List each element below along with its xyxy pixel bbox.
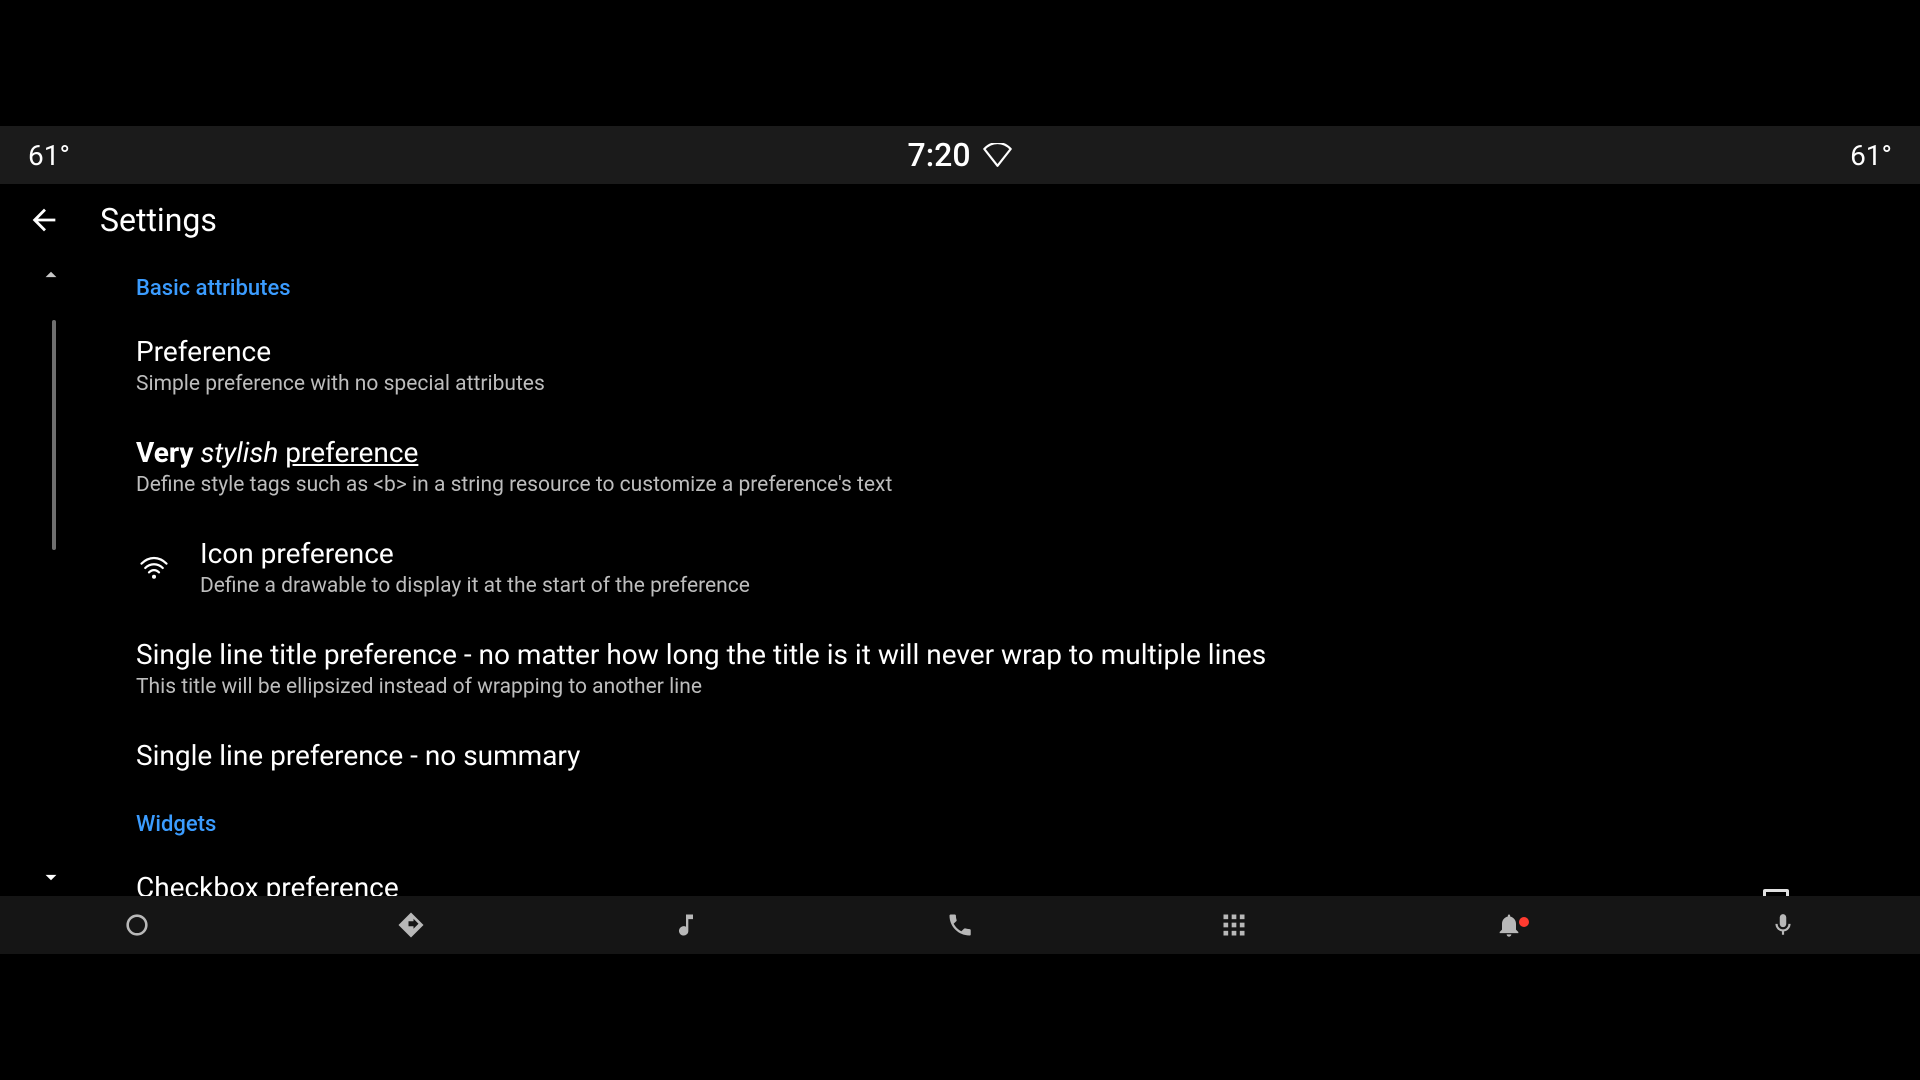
status-temp-right: 61° [960,139,1892,172]
status-time: 7:20 [908,136,971,174]
music-note-icon [672,911,700,939]
mic-icon [1770,912,1796,938]
checkbox[interactable] [1752,889,1800,897]
nav-music-button[interactable] [549,911,823,939]
status-bar: 61° 7:20 61° [0,126,1920,184]
preference-checkbox[interactable]: Checkbox preference Tap anywhere in this… [136,851,1800,896]
preference-summary: Define style tags such as <b> in a strin… [136,473,1800,497]
preference-list: Basic attributes Preference Simple prefe… [80,256,1920,896]
page-title: Settings [100,201,217,239]
nav-phone-button[interactable] [823,911,1097,939]
back-button[interactable] [24,200,64,240]
wifi-icon [136,553,172,583]
category-basic-attributes: Basic attributes [136,256,1800,315]
status-center: 7:20 [908,136,1013,174]
preference-title: Checkbox preference [136,871,1724,896]
category-widgets: Widgets [136,792,1800,851]
preference-single-line-title[interactable]: Single line title preference - no matter… [136,618,1800,719]
stylish-italic: stylish [200,436,278,469]
stylish-underline: preference [285,436,418,469]
preference-plain[interactable]: Preference Simple preference with no spe… [136,315,1800,416]
wifi-empty-icon [983,143,1013,167]
device-frame: 61° 7:20 61° Settings [0,126,1920,954]
stage: 61° 7:20 61° Settings [0,0,1920,1080]
notification-dot-icon [1519,917,1529,927]
nav-voice-button[interactable] [1646,912,1920,938]
preference-title: Very stylish preference [136,436,1800,469]
status-temp-left: 61° [28,139,960,172]
bottom-nav [0,896,1920,954]
preference-stylish[interactable]: Very stylish preference Define style tag… [136,416,1800,517]
preference-title: Preference [136,335,1800,368]
preference-summary: Define a drawable to display it at the s… [200,574,1800,598]
checkbox-unchecked-icon [1763,889,1789,897]
circle-outline-icon [123,911,151,939]
scroll-gutter [0,256,80,896]
preference-no-summary[interactable]: Single line preference - no summary [136,719,1800,792]
phone-icon [946,911,974,939]
content: Basic attributes Preference Simple prefe… [0,256,1920,896]
preference-icon[interactable]: Icon preference Define a drawable to dis… [136,517,1800,618]
nav-apps-button[interactable] [1097,911,1371,939]
scroll-up-button[interactable] [38,262,64,288]
preference-summary: This title will be ellipsized instead of… [136,675,1800,699]
app-bar: Settings [0,184,1920,256]
nav-notifications-button[interactable] [1371,911,1645,939]
stylish-bold: Very [136,436,193,469]
bell-icon [1495,911,1523,939]
scrollbar-thumb[interactable] [52,320,56,550]
preference-title: Icon preference [200,537,1800,570]
preference-title: Single line preference - no summary [136,739,1800,772]
apps-grid-icon [1220,911,1248,939]
preference-title: Single line title preference - no matter… [136,638,1800,671]
scroll-down-button[interactable] [38,864,64,890]
directions-icon [396,910,426,940]
arrow-left-icon [27,203,61,237]
preference-summary: Simple preference with no special attrib… [136,372,1800,396]
nav-directions-button[interactable] [274,910,548,940]
nav-assistant-button[interactable] [0,911,274,939]
